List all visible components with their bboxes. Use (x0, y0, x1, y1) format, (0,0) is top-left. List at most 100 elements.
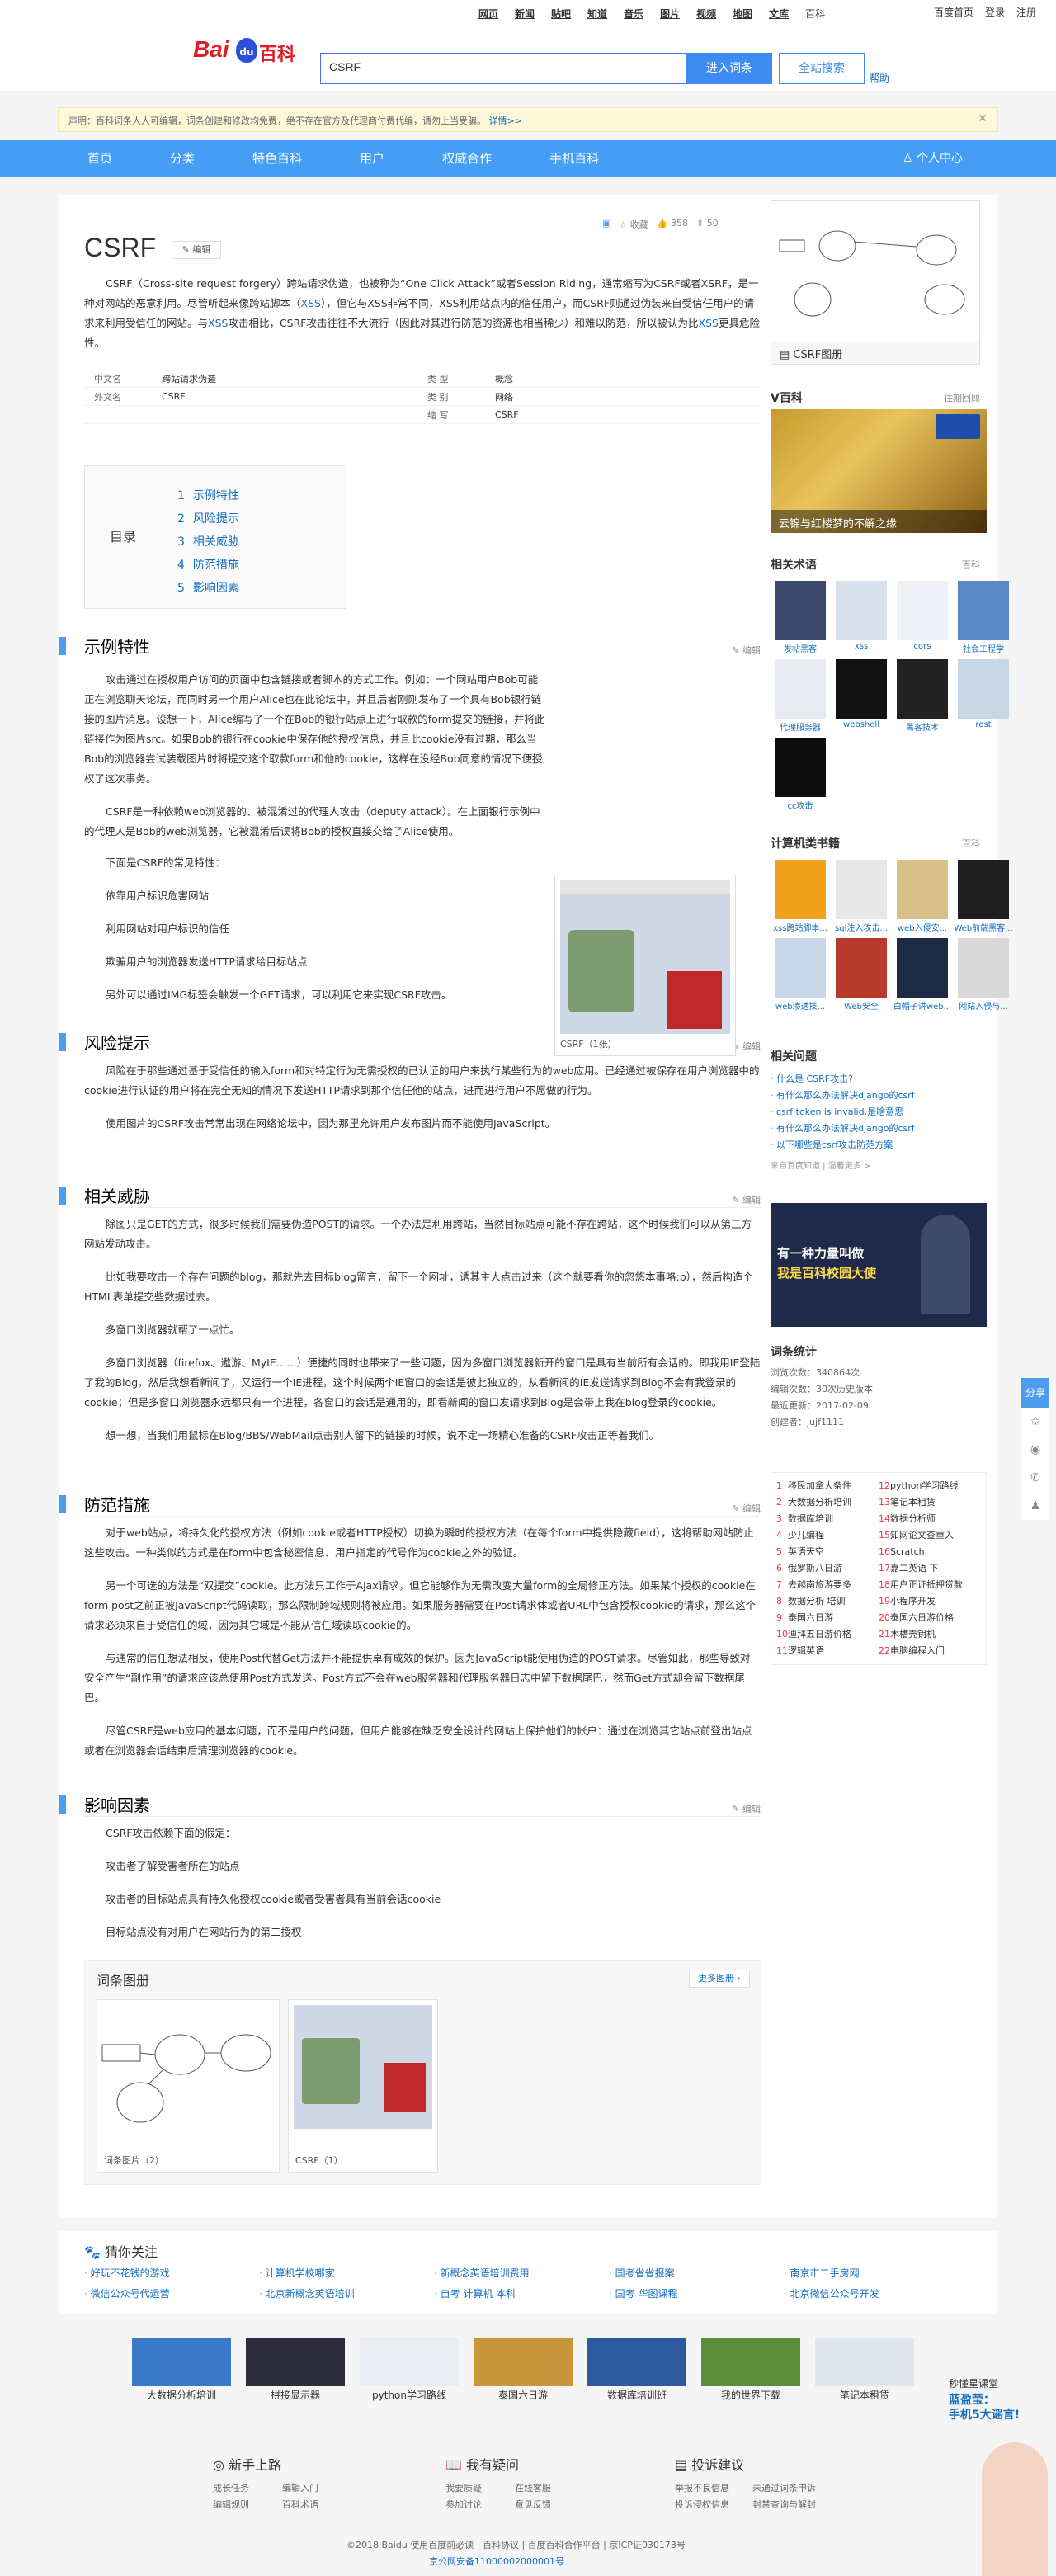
hot-item[interactable]: 8 数据分析 培训 (776, 1593, 879, 1610)
weibo-icon[interactable]: ◉ (1021, 1436, 1049, 1464)
term-thumb[interactable]: 黑客技术 (893, 659, 952, 733)
nav-link-video[interactable]: 视频 (696, 7, 716, 21)
guess-link[interactable]: 微信公众号代运营 (84, 2286, 259, 2300)
related-terms-more[interactable]: 百科 (962, 558, 980, 571)
search-input[interactable]: CSRF (320, 53, 686, 84)
nav-link-music[interactable]: 音乐 (624, 7, 644, 21)
baidu-home-link[interactable]: 百度首页 (934, 5, 974, 19)
footer-link[interactable]: 未通过词条申诉 (752, 2480, 843, 2497)
collect-button[interactable]: ☆ 收藏 (619, 218, 648, 231)
nav-link-tieba[interactable]: 贴吧 (551, 7, 571, 21)
register-link[interactable]: 注册 (1016, 5, 1036, 19)
term-thumb[interactable]: webshell (832, 659, 891, 733)
hot-item[interactable]: 14数据分析师 (879, 1511, 981, 1527)
stat-creator[interactable]: 创建者：jujf1111 (771, 1414, 987, 1431)
nav-link-map[interactable]: 地图 (733, 7, 752, 21)
term-thumb[interactable]: cors (893, 581, 952, 654)
recommend-card[interactable]: 数据库培训班 (587, 2338, 686, 2402)
hot-item[interactable]: 19小程序开发 (879, 1593, 981, 1610)
toc-item[interactable]: 5 影响因素 (177, 577, 239, 600)
nav-partners[interactable]: 权威合作 (442, 140, 492, 177)
hot-item[interactable]: 20泰国六日游价格 (879, 1610, 981, 1626)
guess-link[interactable]: 国考 华图课程 (609, 2286, 784, 2300)
hot-item[interactable]: 3 数据库培训 (776, 1511, 879, 1527)
add-icon[interactable]: ▣ (602, 218, 610, 231)
recommend-card[interactable]: 我的世界下载 (701, 2338, 800, 2402)
vbaike-image[interactable]: 云锦与红楼梦的不解之缘 (771, 409, 987, 533)
ambassador-banner[interactable]: 有一种力量叫做 我是百科校园大使 (771, 1203, 987, 1327)
nav-link-wenku[interactable]: 文库 (769, 7, 789, 21)
hot-item[interactable]: 10迪拜五日游价格 (776, 1626, 879, 1643)
toc-item[interactable]: 3 相关威胁 (177, 531, 239, 554)
footer-link[interactable]: 意见反馈 (515, 2497, 584, 2513)
recommend-card[interactable]: 大数据分析培训 (132, 2338, 231, 2402)
nav-home[interactable]: 首页 (87, 140, 112, 177)
beian-link[interactable]: 京公网安备11000002000001号 (429, 2555, 564, 2568)
wechat-icon[interactable]: ✆ (1021, 1464, 1049, 1492)
enter-entry-button[interactable]: 进入词条 (686, 53, 772, 84)
section-edit-link[interactable]: 编辑 (732, 1802, 761, 1815)
recommend-card[interactable]: 笔记本租赁 (815, 2338, 914, 2402)
edit-entry-button[interactable]: ✎ 编辑 (172, 241, 221, 259)
question-link[interactable]: 有什么那么办法解决django的csrf (771, 1087, 987, 1104)
footer-link[interactable]: 参加讨论 (446, 2497, 515, 2513)
footer-link[interactable]: 举报不良信息 (675, 2480, 752, 2497)
hot-item[interactable]: 15知网论文查重入 (879, 1527, 981, 1544)
toc-item[interactable]: 4 防范措施 (177, 554, 239, 577)
nav-mobile[interactable]: 手机百科 (549, 140, 599, 177)
footer-link[interactable]: 在线客服 (515, 2480, 584, 2497)
questions-footer[interactable]: 来自百度知道 | 温着更多 > (771, 1158, 987, 1171)
entry-album-thumb[interactable]: ▤ CSRF图册 (771, 200, 980, 365)
book-thumb[interactable]: Web前端黑客... (954, 860, 1013, 933)
guess-link[interactable]: 新概念英语培训费用 (434, 2266, 609, 2280)
guess-link[interactable]: 南京市二手房网 (784, 2266, 959, 2280)
hot-item[interactable]: 11逻辑英语 (776, 1643, 879, 1659)
question-link[interactable]: 以下哪些是csrf攻击防范方案 (771, 1137, 987, 1154)
hot-item[interactable]: 7 去越南旅游要多 (776, 1577, 879, 1593)
nav-link-web[interactable]: 网页 (478, 7, 498, 21)
guess-link[interactable]: 国考省省报案 (609, 2266, 784, 2280)
hot-item[interactable]: 18用户正证抵押贷款 (879, 1577, 981, 1593)
qq-icon[interactable]: ♟ (1021, 1492, 1049, 1520)
footer-link[interactable]: 编辑入门 (282, 2480, 351, 2497)
nav-user[interactable]: 用户 (360, 140, 384, 177)
share-tab[interactable]: 分享 (1021, 1378, 1049, 1408)
vbaike-more-link[interactable]: 往期回顾 (944, 391, 980, 404)
books-more[interactable]: 百科 (962, 837, 980, 850)
hot-item[interactable]: 22电脑编程入门 (879, 1643, 981, 1659)
toc-item[interactable]: 1 示例特性 (177, 484, 239, 507)
nav-featured[interactable]: 特色百科 (252, 140, 302, 177)
section-edit-link[interactable]: 编辑 (732, 1502, 761, 1515)
section-edit-link[interactable]: 编辑 (732, 644, 761, 657)
nav-link-news[interactable]: 新闻 (515, 7, 535, 21)
nav-category[interactable]: 分类 (170, 140, 195, 177)
term-thumb[interactable]: xss (832, 581, 891, 654)
question-link[interactable]: 什么是 CSRF攻击? (771, 1071, 987, 1087)
guess-link[interactable]: 自考 计算机 本科 (434, 2286, 609, 2300)
xss-link[interactable]: XSS (301, 297, 321, 309)
qzone-icon[interactable]: ✩ (1021, 1408, 1049, 1436)
toc-item[interactable]: 2 风险提示 (177, 507, 239, 531)
recommend-card[interactable]: 拼接显示器 (246, 2338, 345, 2402)
footer-link[interactable]: 封禁查询与解封 (752, 2497, 843, 2513)
site-search-button[interactable]: 全站搜索 (779, 53, 865, 84)
term-thumb[interactable]: cc攻击 (771, 738, 830, 811)
hot-item[interactable]: 1 移民加拿大条件 (776, 1478, 879, 1494)
share-button[interactable]: ⇪ 50 (696, 218, 719, 231)
hot-item[interactable]: 5 英语天空 (776, 1544, 879, 1560)
book-thumb[interactable]: 网站入侵与... (954, 938, 1013, 1012)
recommend-card[interactable]: python学习路线 (360, 2338, 459, 2402)
footer-link[interactable]: 投诉侵权信息 (675, 2497, 752, 2513)
album-card[interactable]: 词条图片（2） (97, 1999, 280, 2173)
hot-item[interactable]: 4 少儿编程 (776, 1527, 879, 1544)
xss-link[interactable]: XSS (699, 317, 719, 329)
footer-link[interactable]: 编辑规则 (213, 2497, 282, 2513)
footer-link[interactable]: 百科术语 (282, 2497, 351, 2513)
footer-link[interactable]: 我要质疑 (446, 2480, 515, 2497)
stat-edits[interactable]: 编辑次数：30次历史版本 (771, 1381, 987, 1398)
guess-link[interactable]: 北京微信公众号开发 (784, 2286, 959, 2300)
term-thumb[interactable]: 代理服务器 (771, 659, 830, 733)
question-link[interactable]: 有什么那么办法解决django的csrf (771, 1121, 987, 1137)
hot-item[interactable]: 12python学习路线 (879, 1478, 981, 1494)
hot-item[interactable]: 6 俄罗斯八日游 (776, 1560, 879, 1577)
